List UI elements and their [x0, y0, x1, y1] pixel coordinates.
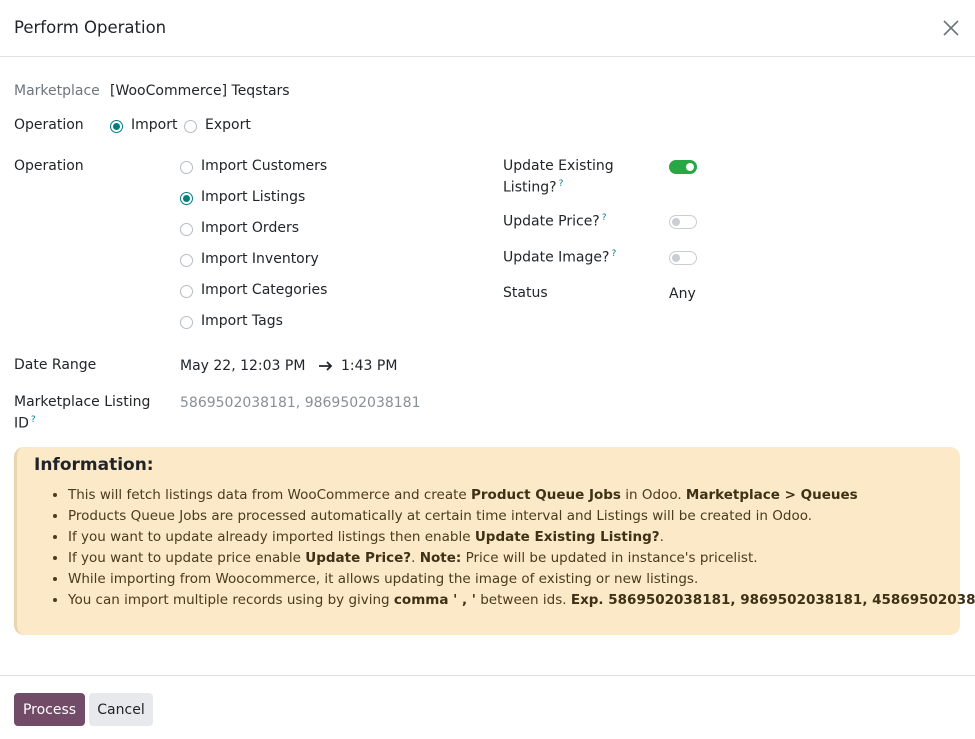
radio-import-customers-label[interactable]: Import Customers	[201, 158, 327, 174]
listing-id-input[interactable]: 5869502038181, 9869502038181	[180, 395, 421, 411]
radio-import-orders[interactable]	[180, 223, 193, 236]
cancel-button[interactable]: Cancel	[89, 693, 153, 726]
information-title: Information:	[34, 455, 154, 475]
radio-import-inventory-label[interactable]: Import Inventory	[201, 251, 319, 267]
update-existing-label-line2-wrap: Listing??	[503, 179, 563, 196]
update-price-label: Update Price?	[503, 213, 600, 230]
marketplace-label: Marketplace	[14, 83, 100, 99]
list-item: While importing from Woocommerce, it all…	[68, 569, 975, 590]
update-image-label: Update Image?	[503, 249, 610, 266]
radio-import-tags[interactable]	[180, 316, 193, 329]
help-icon[interactable]: ?	[602, 213, 607, 223]
listing-id-label-line2-wrap: ID?	[14, 415, 36, 432]
radio-import-tags-label[interactable]: Import Tags	[201, 313, 283, 329]
update-image-label-wrap: Update Image??	[503, 249, 616, 266]
close-icon[interactable]	[939, 16, 963, 40]
information-box: Information: This will fetch listings da…	[14, 447, 975, 635]
status-value[interactable]: Any	[669, 286, 696, 302]
radio-export[interactable]	[184, 120, 197, 133]
list-item: If you want to update already imported l…	[68, 527, 975, 548]
radio-import-inventory[interactable]	[180, 254, 193, 267]
operation-mode-label: Operation	[14, 117, 84, 133]
update-price-toggle[interactable]	[669, 215, 697, 229]
list-item: You can import multiple records using by…	[68, 590, 975, 611]
list-item: If you want to update price enable Updat…	[68, 548, 975, 569]
radio-import-categories-label[interactable]: Import Categories	[201, 282, 327, 298]
radio-export-label[interactable]: Export	[205, 117, 251, 133]
radio-import-listings-label[interactable]: Import Listings	[201, 189, 305, 205]
dialog-title: Perform Operation	[14, 18, 167, 37]
marketplace-value[interactable]: [WooCommerce] Teqstars	[110, 83, 290, 99]
process-button[interactable]: Process	[14, 693, 85, 726]
help-icon[interactable]: ?	[559, 179, 564, 189]
radio-import-orders-label[interactable]: Import Orders	[201, 220, 299, 236]
radio-import-customers[interactable]	[180, 161, 193, 174]
update-existing-label-line2: Listing?	[503, 179, 557, 196]
information-list: This will fetch listings data from WooCo…	[68, 485, 975, 611]
radio-import[interactable]	[110, 120, 123, 133]
date-from-input[interactable]: May 22, 12:03 PM	[180, 358, 305, 374]
listing-id-label-line2: ID	[14, 415, 29, 432]
radio-import-categories[interactable]	[180, 285, 193, 298]
list-item: Products Queue Jobs are processed automa…	[68, 506, 975, 527]
help-icon[interactable]: ?	[31, 415, 36, 425]
operation-label: Operation	[14, 158, 84, 174]
dialog-header: Perform Operation	[0, 0, 975, 57]
radio-import-listings[interactable]	[180, 192, 193, 205]
date-to-input[interactable]: 1:43 PM	[341, 358, 397, 374]
list-item: This will fetch listings data from WooCo…	[68, 485, 975, 506]
listing-id-label-line1: Marketplace Listing	[14, 394, 151, 410]
date-range-label: Date Range	[14, 357, 97, 373]
update-image-toggle[interactable]	[669, 251, 697, 265]
help-icon[interactable]: ?	[611, 249, 616, 259]
status-label: Status	[503, 285, 548, 301]
dialog-footer: Process Cancel	[0, 675, 975, 739]
update-existing-label-line1: Update Existing	[503, 158, 614, 174]
update-price-label-wrap: Update Price??	[503, 213, 607, 230]
radio-import-label[interactable]: Import	[131, 117, 177, 133]
update-existing-label: Update Existing	[503, 158, 614, 174]
update-existing-toggle[interactable]	[669, 160, 697, 174]
arrow-right-icon	[319, 361, 333, 371]
